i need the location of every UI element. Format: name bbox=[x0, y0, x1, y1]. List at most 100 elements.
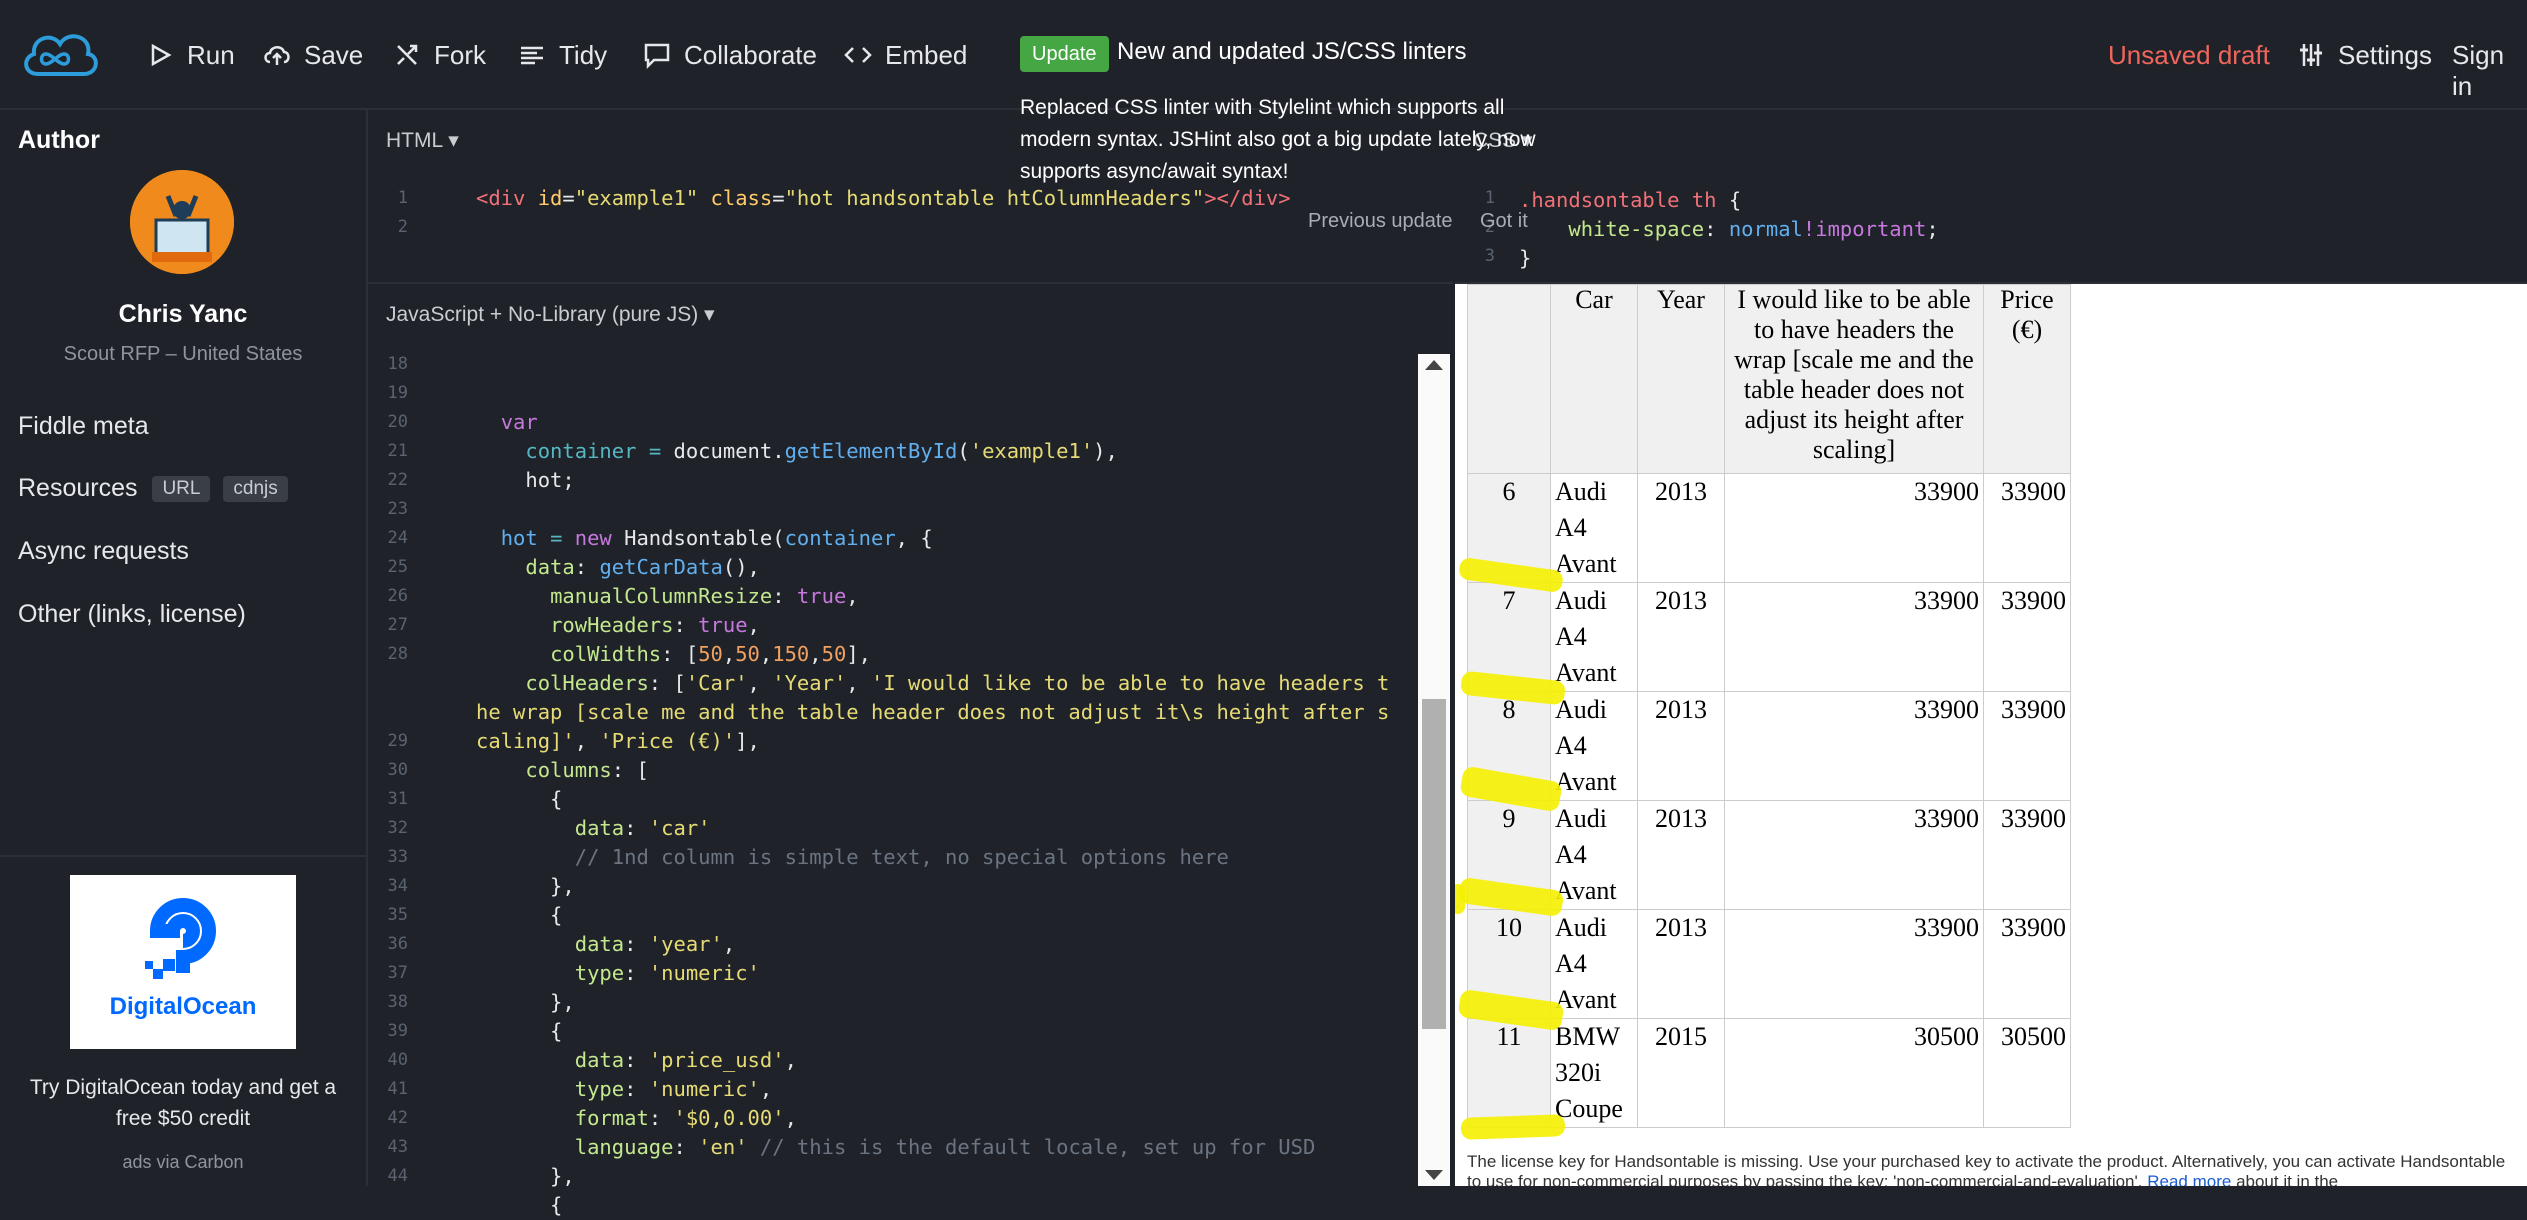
scroll-down-icon[interactable] bbox=[1425, 1170, 1443, 1180]
update-headline: New and updated JS/CSS linters bbox=[1117, 38, 1467, 65]
cell-price[interactable]: 33900 bbox=[1724, 691, 1984, 801]
run-button[interactable]: Run bbox=[145, 34, 235, 76]
embed-button[interactable]: Embed bbox=[843, 34, 967, 76]
digitalocean-logo-icon bbox=[145, 898, 216, 979]
line-number: 41 bbox=[387, 1079, 408, 1099]
cell-price[interactable]: 33900 bbox=[1724, 909, 1984, 1019]
js-panel-label[interactable]: JavaScript + No-Library (pure JS) ▾ bbox=[386, 302, 715, 327]
line-number: 40 bbox=[387, 1050, 408, 1070]
line-number: 20 bbox=[387, 412, 408, 432]
line-number: 39 bbox=[387, 1021, 408, 1041]
sliders-icon bbox=[2296, 40, 2326, 70]
cell-car[interactable]: BMW 320i Coupe bbox=[1550, 1018, 1638, 1128]
digitalocean-ad-logo[interactable]: DigitalOcean bbox=[70, 875, 296, 1049]
line-number: 19 bbox=[387, 383, 408, 403]
cell-price[interactable]: 30500 bbox=[1724, 1018, 1984, 1128]
jsfiddle-logo-icon[interactable] bbox=[18, 24, 100, 84]
cell-year[interactable]: 2013 bbox=[1637, 582, 1725, 692]
cell-price[interactable]: 30500 bbox=[1983, 1018, 2071, 1128]
cell-price[interactable]: 33900 bbox=[1983, 473, 2071, 583]
js-scrollbar[interactable] bbox=[1418, 354, 1450, 1186]
collaborate-button[interactable]: Collaborate bbox=[642, 34, 817, 76]
corner-header[interactable] bbox=[1467, 284, 1551, 474]
play-icon bbox=[145, 40, 175, 70]
sign-in-link[interactable]: Sign in bbox=[2452, 40, 2527, 102]
tidy-label: Tidy bbox=[559, 39, 608, 70]
js-code[interactable]: var container = document.getElementById(… bbox=[476, 350, 1416, 1220]
line-number: 28 bbox=[387, 644, 408, 664]
cell-year[interactable]: 2015 bbox=[1637, 1018, 1725, 1128]
resources-link[interactable]: Resources URL cdnjs bbox=[18, 474, 288, 503]
result-panel[interactable]: Car Year I would like to be able to have… bbox=[1455, 284, 2527, 1186]
table-row: 6 Audi A4 Avant 2013 33900 33900 bbox=[1467, 473, 2071, 583]
cell-price[interactable]: 33900 bbox=[1724, 582, 1984, 692]
column-header-long[interactable]: I would like to be able to have headers … bbox=[1724, 284, 1984, 474]
cell-car[interactable]: Audi A4 Avant bbox=[1550, 909, 1638, 1019]
chat-bubble-icon bbox=[642, 40, 672, 70]
yellow-highlight-mark bbox=[1455, 884, 1465, 914]
column-header-price[interactable]: Price (€) bbox=[1983, 284, 2071, 474]
cell-car[interactable]: Audi A4 Avant bbox=[1550, 691, 1638, 801]
read-more-link[interactable]: Read more bbox=[2147, 1172, 2231, 1186]
cdnjs-tag[interactable]: cdnjs bbox=[223, 476, 288, 503]
settings-button[interactable]: Settings bbox=[2296, 34, 2432, 76]
unsaved-draft-status: Unsaved draft bbox=[2108, 40, 2270, 70]
css-editor-panel[interactable]: CSS ▾ 1 2 3 .handsontable th { white-spa… bbox=[1455, 110, 2527, 284]
line-number: 44 bbox=[387, 1166, 408, 1186]
author-location: Scout RFP – United States bbox=[63, 343, 303, 365]
column-header-car[interactable]: Car bbox=[1550, 284, 1638, 474]
save-button[interactable]: Save bbox=[262, 34, 363, 76]
cell-car[interactable]: Audi A4 Avant bbox=[1550, 800, 1638, 910]
tidy-button[interactable]: Tidy bbox=[517, 34, 607, 76]
javascript-editor-panel[interactable]: JavaScript + No-Library (pure JS) ▾ 18 1… bbox=[368, 284, 1453, 1217]
sidebar-divider bbox=[0, 855, 366, 857]
got-it-button[interactable]: Got it bbox=[1480, 210, 1528, 233]
line-number: 2 bbox=[397, 217, 408, 237]
row-header[interactable]: 11 bbox=[1467, 1018, 1551, 1128]
cell-price[interactable]: 33900 bbox=[1983, 800, 2071, 910]
cell-car[interactable]: Audi A4 Avant bbox=[1550, 582, 1638, 692]
cell-price[interactable]: 33900 bbox=[1983, 691, 2071, 801]
embed-label: Embed bbox=[885, 39, 968, 70]
line-number: 35 bbox=[387, 905, 408, 925]
cell-car[interactable]: Audi A4 Avant bbox=[1550, 473, 1638, 583]
line-number: 36 bbox=[387, 934, 408, 954]
previous-update-link[interactable]: Previous update bbox=[1308, 210, 1453, 233]
css-code[interactable]: .handsontable th { white-space: normal!i… bbox=[1519, 186, 1939, 273]
line-number: 30 bbox=[387, 760, 408, 780]
table-header-row: Car Year I would like to be able to have… bbox=[1467, 284, 2071, 474]
async-requests-link[interactable]: Async requests bbox=[18, 537, 189, 566]
scroll-up-icon[interactable] bbox=[1425, 360, 1443, 370]
license-tail: about it in the bbox=[2236, 1172, 2339, 1186]
column-header-year[interactable]: Year bbox=[1637, 284, 1725, 474]
cell-price[interactable]: 33900 bbox=[1724, 800, 1984, 910]
cell-price[interactable]: 33900 bbox=[1983, 909, 2071, 1019]
table-row: 7 Audi A4 Avant 2013 33900 33900 bbox=[1467, 582, 2071, 692]
ads-via-carbon[interactable]: ads via Carbon bbox=[0, 1152, 366, 1173]
url-tag[interactable]: URL bbox=[152, 476, 211, 503]
ad-text[interactable]: Try DigitalOcean today and get a free $5… bbox=[20, 1072, 346, 1134]
html-code-line[interactable]: <div id="example1" class="hot handsontab… bbox=[476, 186, 1291, 210]
update-badge[interactable]: Update bbox=[1020, 36, 1109, 72]
cell-year[interactable]: 2013 bbox=[1637, 473, 1725, 583]
cell-year[interactable]: 2013 bbox=[1637, 909, 1725, 1019]
cell-year[interactable]: 2013 bbox=[1637, 691, 1725, 801]
other-links-link[interactable]: Other (links, license) bbox=[18, 600, 246, 629]
html-panel-label[interactable]: HTML ▾ bbox=[386, 128, 459, 153]
cell-price[interactable]: 33900 bbox=[1724, 473, 1984, 583]
line-number: 37 bbox=[387, 963, 408, 983]
fork-button[interactable]: Fork bbox=[392, 34, 486, 76]
line-number: 33 bbox=[387, 847, 408, 867]
js-scrollbar-thumb[interactable] bbox=[1422, 699, 1446, 1029]
sidebar: Author Chris Yanc Scout RFP – United Sta… bbox=[0, 110, 368, 1186]
line-number: 34 bbox=[387, 876, 408, 896]
cell-price[interactable]: 33900 bbox=[1983, 582, 2071, 692]
fiddle-meta-link[interactable]: Fiddle meta bbox=[18, 412, 149, 441]
avatar[interactable] bbox=[130, 170, 234, 274]
author-name[interactable]: Chris Yanc bbox=[0, 300, 366, 329]
js-gutter: 18 19 20 21 22 23 24 25 26 27 28 29 30 3… bbox=[368, 350, 440, 1191]
cell-year[interactable]: 2013 bbox=[1637, 800, 1725, 910]
line-number bbox=[368, 669, 408, 698]
handsontable-grid[interactable]: Car Year I would like to be able to have… bbox=[1467, 284, 2071, 1128]
license-text: The license key for Handsontable is miss… bbox=[1467, 1152, 2506, 1186]
